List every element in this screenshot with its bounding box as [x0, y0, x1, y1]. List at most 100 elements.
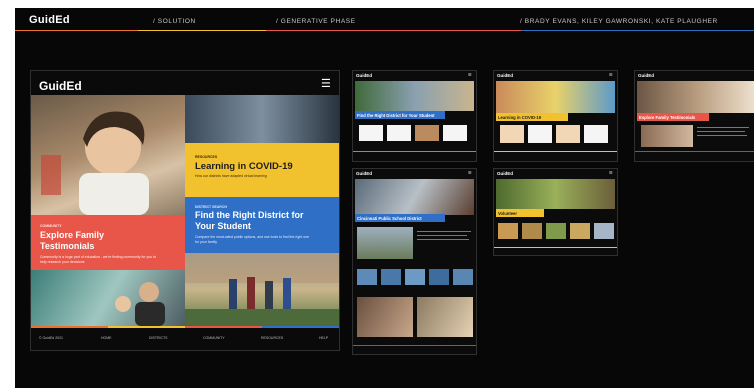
- thumb-school-photo: [355, 179, 474, 215]
- thumb-gallery-3: [405, 269, 425, 285]
- district-search-card[interactable]: DISTRICT SEARCH Find the Right District …: [185, 197, 339, 253]
- family-testimonials-card[interactable]: COMMUNITY Explore Family Testimonials Co…: [31, 215, 185, 270]
- thumb-logo: GuidEd: [356, 73, 372, 78]
- family-title-line-1: Explore Family: [40, 230, 105, 240]
- district-eyebrow: DISTRICT SEARCH: [195, 205, 227, 209]
- thumb-students-photo: [357, 227, 413, 259]
- header-logo: GuidEd: [29, 14, 70, 26]
- students-illustration: [185, 253, 339, 326]
- thumb-text-line-2: [697, 131, 745, 132]
- breadcrumb-generative-phase: / GENERATIVE PHASE: [276, 18, 356, 25]
- thumb-footer-bar: [494, 151, 617, 152]
- hamburger-menu-icon[interactable]: ☰: [468, 72, 472, 77]
- family-photo: [31, 270, 185, 326]
- covid-card[interactable]: RESOURCES Learning in COVID-19 How our d…: [185, 143, 339, 197]
- thumb-gallery-4: [570, 223, 590, 239]
- thumb-gallery-5: [594, 223, 614, 239]
- homepage-mockup: GuidEd ☰ RESOURCES Learning in COVID-19 …: [30, 70, 340, 351]
- district-desc-line-2: for your family: [195, 240, 217, 244]
- header-underline-blue: [521, 30, 754, 31]
- thumb-gallery-3: [546, 223, 566, 239]
- thumb-gallery-5: [453, 269, 473, 285]
- footer-link-home[interactable]: HOME: [101, 336, 112, 340]
- thumb-footer-bar: [353, 345, 476, 346]
- thumb-school-title: Cincinnati Public School District: [357, 215, 422, 221]
- header-underline-yellow: [138, 30, 266, 31]
- thumb-meeting-photo: [357, 297, 413, 337]
- thumb-text-line-1: [697, 127, 749, 128]
- thumb-gallery-1: [498, 223, 518, 239]
- header-underline-red: [266, 30, 521, 31]
- thumb-family-photo: [417, 297, 473, 337]
- footer-link-community[interactable]: COMMUNITY: [203, 336, 225, 340]
- thumb-gallery-1: [357, 269, 377, 285]
- breadcrumb-solution: / SOLUTION: [153, 18, 196, 25]
- presentation-slide: GuidEd / SOLUTION / GENERATIVE PHASE / B…: [15, 8, 754, 388]
- thumb-covid-title: Learning in COVID-19: [498, 114, 542, 120]
- thumb-card-2: [528, 125, 552, 143]
- girl-illustration: [41, 111, 149, 215]
- thumb-card-2: [387, 125, 411, 141]
- slide-header: GuidEd / SOLUTION / GENERATIVE PHASE / B…: [15, 8, 754, 32]
- thumb-volunteer-title: Volunteer: [498, 210, 518, 216]
- thumbnail-school-district[interactable]: GuidEd ☰ Cincinnati Public School Distri…: [352, 168, 477, 355]
- thumb-title-bar: Learning in COVID-19: [496, 113, 568, 121]
- students-walking-photo: [185, 253, 339, 326]
- family-illustration: [115, 282, 165, 326]
- classroom-photo: [185, 95, 339, 143]
- thumb-footer-bar: [635, 151, 754, 152]
- hamburger-menu-icon[interactable]: ☰: [468, 170, 472, 175]
- thumb-card-1: [500, 125, 524, 143]
- thumb-logo: GuidEd: [497, 171, 513, 176]
- footer-link-resources[interactable]: RESOURCES: [261, 336, 283, 340]
- thumb-text-line-3: [417, 239, 469, 240]
- thumb-logo: GuidEd: [356, 171, 372, 176]
- family-desc-line-1: Community is a huge part of education - …: [40, 255, 157, 259]
- thumb-footer-bar: [494, 247, 617, 248]
- thumb-hero-photo: [496, 179, 615, 209]
- thumb-card-4: [584, 125, 608, 143]
- thumb-text-line-1: [417, 231, 471, 232]
- thumb-logo: GuidEd: [497, 73, 513, 78]
- hamburger-menu-icon[interactable]: ☰: [321, 77, 331, 90]
- hamburger-menu-icon[interactable]: ☰: [609, 170, 613, 175]
- thumb-testimonial-photo: [641, 125, 693, 147]
- thumb-card-3: [556, 125, 580, 143]
- thumb-hero-photo: [637, 81, 754, 113]
- thumb-family-title: Explore Family Testimonials: [639, 114, 696, 120]
- district-title-line-1: Find the Right District for: [195, 210, 304, 220]
- thumb-title-bar: Cincinnati Public School District: [355, 214, 445, 222]
- thumb-logo: GuidEd: [638, 73, 654, 78]
- footer-link-help[interactable]: HELP: [319, 336, 328, 340]
- hamburger-menu-icon[interactable]: ☰: [609, 72, 613, 77]
- thumb-gallery-2: [381, 269, 401, 285]
- covid-eyebrow: RESOURCES: [195, 155, 218, 159]
- thumbnail-covid[interactable]: GuidEd ☰ Learning in COVID-19: [493, 70, 618, 162]
- thumb-card-3: [415, 125, 439, 141]
- thumb-hero-photo: [355, 81, 474, 111]
- thumb-district-title: Find the Right District for Your Student: [357, 112, 435, 118]
- thumb-hero-photo: [496, 81, 615, 113]
- mockup-logo: GuidEd: [39, 79, 82, 93]
- family-title-line-2: Testimonials: [40, 241, 95, 251]
- district-desc-line-1: Compare the most-rated public options, a…: [195, 235, 310, 239]
- thumb-title-bar: Explore Family Testimonials: [637, 113, 709, 121]
- thumb-footer-bar: [353, 151, 476, 152]
- thumb-card-4: [443, 125, 467, 141]
- covid-title: Learning in COVID-19: [195, 161, 293, 172]
- hero-girl-photo: [31, 95, 185, 215]
- thumbnail-volunteer[interactable]: GuidEd ☰ Volunteer: [493, 168, 618, 256]
- thumb-gallery-2: [522, 223, 542, 239]
- thumbnail-family-testimonials[interactable]: GuidEd Explore Family Testimonials: [634, 70, 754, 162]
- family-desc-line-2: help research your decisions: [40, 260, 85, 264]
- thumbnail-district-search[interactable]: GuidEd ☰ Find the Right District for You…: [352, 70, 477, 162]
- thumb-gallery-4: [429, 269, 449, 285]
- thumb-text-line-3: [697, 135, 747, 136]
- thumb-title-bar: Volunteer: [496, 209, 544, 217]
- district-title-line-2: Your Student: [195, 221, 251, 231]
- footer-link-districts[interactable]: DISTRICTS: [149, 336, 167, 340]
- footer-copyright: © GuidEd 2021: [39, 336, 63, 340]
- header-underline-orange: [15, 30, 138, 31]
- thumb-title-bar: Find the Right District for Your Student: [355, 111, 445, 119]
- footer-color-bar: [31, 326, 339, 328]
